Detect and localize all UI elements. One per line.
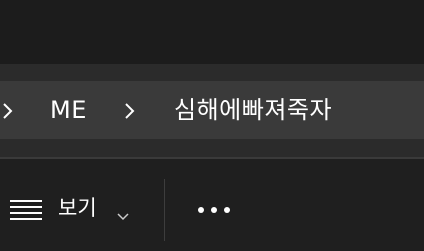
window-top-area: [0, 0, 424, 64]
chevron-right-icon[interactable]: [0, 102, 14, 120]
breadcrumb-item-me[interactable]: ME: [50, 95, 87, 125]
chevron-right-icon[interactable]: [122, 102, 136, 120]
command-bar: 보기: [0, 159, 424, 251]
view-button[interactable]: 보기: [0, 189, 150, 229]
chevron-down-icon: [117, 206, 129, 225]
lines-icon: [10, 200, 42, 224]
view-label: 보기: [58, 196, 97, 220]
breadcrumb[interactable]: ME 심해에빠져죽자: [0, 81, 424, 139]
toolbar-divider: [164, 179, 165, 241]
breadcrumb-item-current-folder[interactable]: 심해에빠져죽자: [174, 95, 332, 125]
address-bar: ME 심해에빠져죽자: [0, 64, 424, 159]
more-options-button[interactable]: [190, 195, 238, 225]
